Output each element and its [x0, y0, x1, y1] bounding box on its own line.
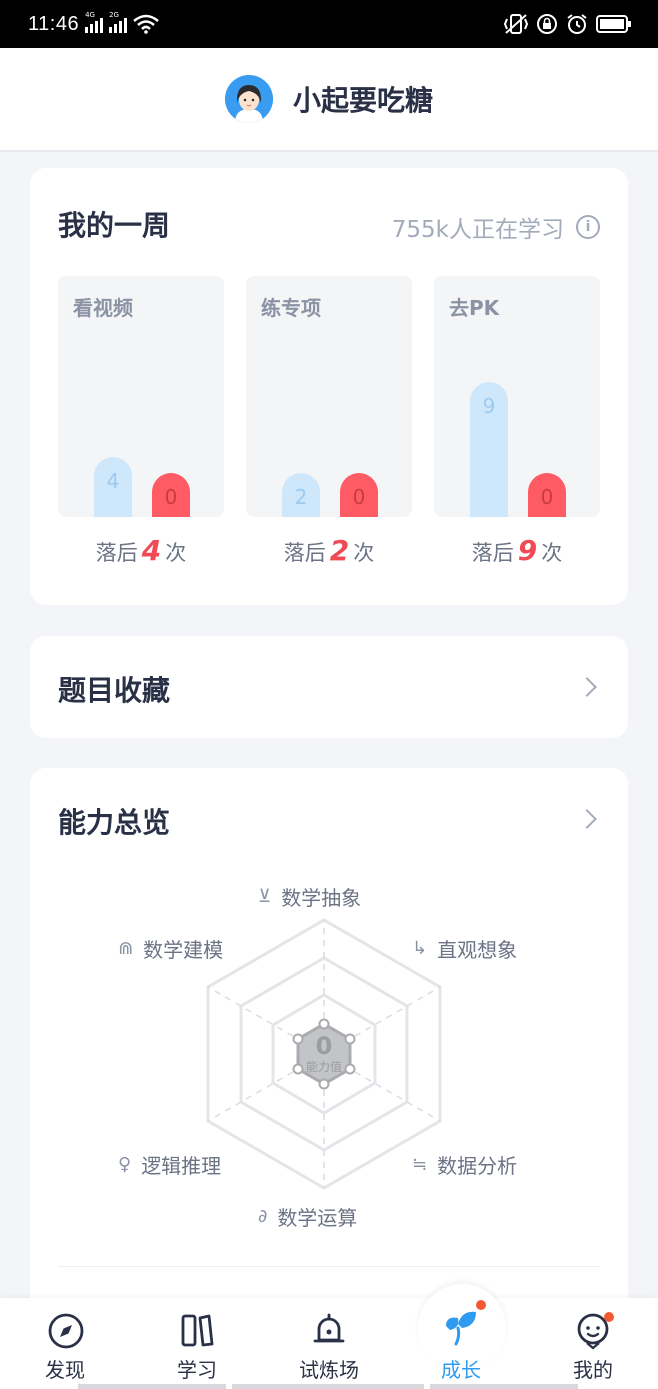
books-icon	[181, 1314, 214, 1347]
avatar[interactable]	[224, 75, 273, 123]
dim-calculation: ∂ 数学运算	[258, 1206, 358, 1230]
ability-value-label: 能力值	[306, 1059, 342, 1074]
dim-abstract: ⊻ 数学抽象	[258, 886, 362, 910]
ability-title: 能力总览	[58, 806, 171, 839]
info-icon[interactable]: i	[576, 215, 600, 239]
behind-text: 落后 9 次	[471, 534, 563, 567]
wifi-icon	[133, 14, 159, 34]
signal-2g-icon: 2G	[109, 11, 128, 33]
ability-card: 能力总览 0 能力值 ⊻ 数学抽象 ↳ 直观想象 ≒ 数据分析 ∂ 数学运算 ♀ 逻辑推理	[30, 768, 628, 1328]
learners-text: 755k人正在学习	[391, 217, 564, 243]
stat-practice[interactable]: 练专项 2 0	[246, 276, 412, 517]
radar-point	[292, 1033, 304, 1045]
my-bar: 4	[94, 457, 132, 517]
radar-point	[344, 1063, 356, 1075]
imagination-icon: ↳	[412, 938, 428, 959]
my-week-card: 我的一周 755k人正在学习 i 看视频 4 0 落后 4 次 练专项 2 0 落后…	[30, 168, 628, 605]
tab-trial[interactable]: 试炼场	[264, 1298, 394, 1389]
profile-header: 小起要吃糖	[0, 48, 658, 152]
behind-text: 落后 2 次	[283, 534, 375, 567]
abstract-icon: ⊻	[258, 886, 272, 907]
modeling-icon: ⋒	[118, 938, 134, 959]
home-indicator	[78, 1384, 226, 1389]
tab-bar: 发现 学习 试炼场 成长 我的	[0, 1284, 658, 1389]
sprout-icon	[446, 1311, 476, 1346]
stat-label: 看视频	[73, 296, 133, 320]
chevron-right-icon	[577, 677, 597, 697]
week-title: 我的一周	[58, 209, 171, 242]
peer-bar: 0	[340, 473, 378, 517]
tab-discover[interactable]: 发现	[0, 1298, 130, 1389]
peer-bar: 0	[152, 473, 190, 517]
peer-bar: 0	[528, 473, 566, 517]
logic-icon: ♀	[118, 1154, 132, 1175]
stat-watch-video[interactable]: 看视频 4 0	[58, 276, 224, 517]
radar-point	[292, 1063, 304, 1075]
stat-pk[interactable]: 去PK 9 0	[434, 276, 600, 517]
my-bar: 2	[282, 473, 320, 517]
alarm-icon	[567, 14, 587, 34]
mine-badge	[604, 1312, 614, 1322]
rotation-lock-icon	[537, 14, 557, 34]
tab-study[interactable]: 学习	[132, 1298, 262, 1389]
growth-badge	[476, 1300, 486, 1310]
radar-point	[318, 1078, 330, 1090]
status-time: 11:46	[28, 12, 80, 35]
vibrate-icon	[504, 14, 528, 34]
tab-mine[interactable]: 我的	[528, 1298, 658, 1389]
battery-icon	[596, 15, 631, 33]
radar-point	[318, 1018, 330, 1030]
favorites-title: 题目收藏	[58, 674, 171, 707]
dim-logic: ♀ 逻辑推理	[118, 1154, 222, 1178]
calculation-icon: ∂	[258, 1206, 268, 1227]
signal-4g-icon: 4G	[85, 11, 104, 33]
home-indicator	[430, 1384, 578, 1389]
divider	[58, 1266, 600, 1267]
dim-modeling: ⋒ 数学建模	[118, 938, 224, 962]
tab-growth[interactable]: 成长	[396, 1298, 526, 1389]
stat-label: 练专项	[261, 296, 321, 320]
username: 小起要吃糖	[292, 84, 433, 117]
chevron-right-icon[interactable]	[577, 809, 597, 829]
ability-value: 0	[316, 1032, 333, 1060]
my-bar: 9	[470, 382, 508, 517]
radar-point	[344, 1033, 356, 1045]
bell-icon	[313, 1313, 345, 1343]
dim-imagination: ↳ 直观想象	[412, 938, 518, 962]
data-analysis-icon: ≒	[412, 1154, 428, 1175]
compass-icon	[48, 1313, 84, 1349]
dim-data-analysis: ≒ 数据分析	[412, 1154, 518, 1178]
behind-text: 落后 4 次	[95, 534, 187, 567]
favorites-card[interactable]: 题目收藏	[30, 636, 628, 738]
learners-count: 755k人正在学习 i	[392, 210, 600, 244]
home-indicator	[232, 1384, 424, 1389]
status-bar: 11:46 4G 2G	[0, 0, 658, 48]
stat-label: 去PK	[449, 296, 500, 320]
